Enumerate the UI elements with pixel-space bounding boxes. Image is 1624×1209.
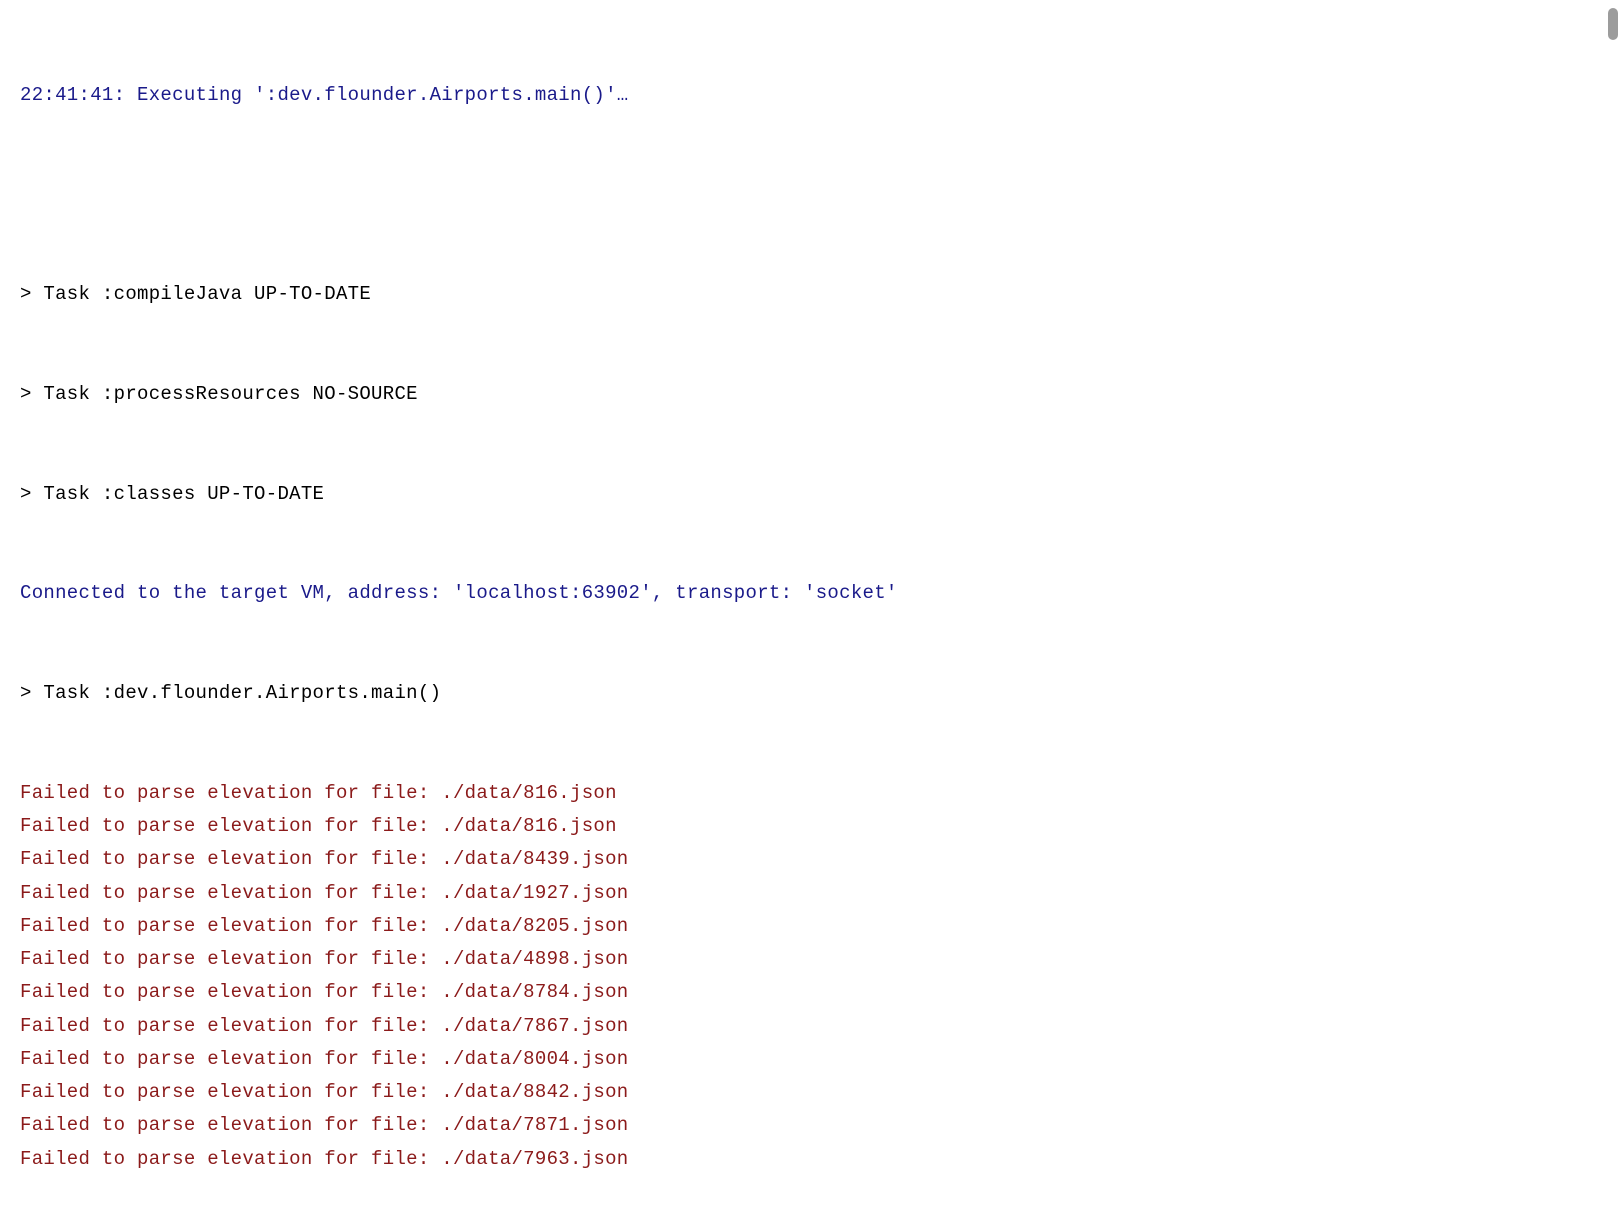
- task-compile-java: > Task :compileJava UP-TO-DATE: [20, 278, 1604, 311]
- error-line: Failed to parse elevation for file: ./da…: [20, 943, 1604, 976]
- error-line: Failed to parse elevation for file: ./da…: [20, 877, 1604, 910]
- error-line: Failed to parse elevation for file: ./da…: [20, 843, 1604, 876]
- vertical-scrollbar[interactable]: [1608, 8, 1618, 40]
- error-line: Failed to parse elevation for file: ./da…: [20, 777, 1604, 810]
- executing-command: Executing ':dev.flounder.Airports.main()…: [137, 84, 628, 106]
- error-line: Failed to parse elevation for file: ./da…: [20, 1043, 1604, 1076]
- error-lines-container: Failed to parse elevation for file: ./da…: [20, 777, 1604, 1176]
- task-classes: > Task :classes UP-TO-DATE: [20, 478, 1604, 511]
- vm-connection-info: Connected to the target VM, address: 'lo…: [20, 577, 1604, 610]
- error-line: Failed to parse elevation for file: ./da…: [20, 910, 1604, 943]
- task-process-resources: > Task :processResources NO-SOURCE: [20, 378, 1604, 411]
- executing-header: 22:41:41: Executing ':dev.flounder.Airpo…: [20, 79, 1604, 112]
- task-main: > Task :dev.flounder.Airports.main(): [20, 677, 1604, 710]
- error-line: Failed to parse elevation for file: ./da…: [20, 1010, 1604, 1043]
- timestamp: 22:41:41: [20, 84, 114, 106]
- console-output[interactable]: 22:41:41: Executing ':dev.flounder.Airpo…: [20, 12, 1604, 1209]
- error-line: Failed to parse elevation for file: ./da…: [20, 976, 1604, 1009]
- error-line: Failed to parse elevation for file: ./da…: [20, 810, 1604, 843]
- error-line: Failed to parse elevation for file: ./da…: [20, 1076, 1604, 1109]
- error-line: Failed to parse elevation for file: ./da…: [20, 1143, 1604, 1176]
- blank-line: [20, 178, 1604, 211]
- error-line: Failed to parse elevation for file: ./da…: [20, 1109, 1604, 1142]
